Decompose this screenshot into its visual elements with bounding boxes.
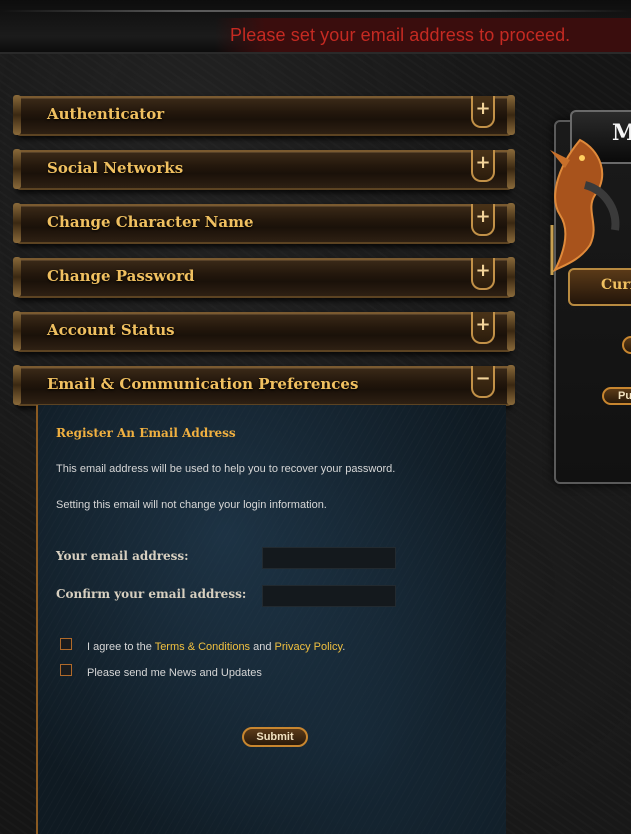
- accordion-email-preferences[interactable]: Email & Communication Preferences −: [13, 365, 515, 406]
- email-label: Your email address:: [56, 549, 189, 563]
- dragon-emblem-icon: [550, 138, 620, 275]
- accordion-account-status[interactable]: Account Status +: [13, 311, 515, 352]
- agree-suffix: .: [342, 641, 346, 653]
- expand-plus-icon[interactable]: +: [471, 258, 495, 290]
- panel-description: This email address will be used to help …: [56, 463, 396, 475]
- accordion-social-networks[interactable]: Social Networks +: [13, 149, 515, 190]
- side-panel-tab-label: Curr: [601, 277, 631, 293]
- expand-plus-icon[interactable]: +: [471, 96, 495, 128]
- expand-plus-icon[interactable]: +: [471, 204, 495, 236]
- news-updates-checkbox[interactable]: [60, 664, 72, 676]
- news-updates-label: Please send me News and Updates: [87, 667, 262, 679]
- accordion-label: Authenticator: [47, 105, 165, 123]
- privacy-link[interactable]: Privacy Policy: [275, 641, 343, 653]
- agree-terms-text: I agree to the Terms & Conditions and Pr…: [87, 641, 345, 653]
- accordion-label: Social Networks: [47, 159, 184, 177]
- confirm-email-input[interactable]: [262, 585, 396, 607]
- agree-terms-checkbox[interactable]: [60, 638, 72, 650]
- collapse-minus-icon[interactable]: −: [471, 366, 495, 398]
- agree-prefix: I agree to the: [87, 641, 155, 653]
- accordion-label: Account Status: [47, 321, 175, 339]
- expand-plus-icon[interactable]: +: [471, 150, 495, 182]
- expand-plus-icon[interactable]: +: [471, 312, 495, 344]
- terms-link[interactable]: Terms & Conditions: [155, 641, 250, 653]
- agree-and: and: [250, 641, 275, 653]
- side-pill-button[interactable]: Pu: [602, 387, 631, 405]
- panel-title: Register An Email Address: [56, 426, 236, 440]
- panel-note: Setting this email will not change your …: [56, 499, 327, 511]
- accordion-authenticator[interactable]: Authenticator +: [13, 95, 515, 136]
- submit-button[interactable]: Submit: [242, 727, 308, 747]
- email-preferences-panel: Register An Email Address This email add…: [36, 405, 506, 834]
- confirm-email-label: Confirm your email address:: [56, 587, 247, 601]
- accordion-label: Change Character Name: [47, 213, 254, 231]
- accordion-label: Change Password: [47, 267, 195, 285]
- notice-message: Please set your email address to proceed…: [230, 25, 571, 45]
- accordion-change-password[interactable]: Change Password +: [13, 257, 515, 298]
- email-input[interactable]: [262, 547, 396, 569]
- accordion-change-character-name[interactable]: Change Character Name +: [13, 203, 515, 244]
- accordion-label: Email & Communication Preferences: [47, 375, 359, 393]
